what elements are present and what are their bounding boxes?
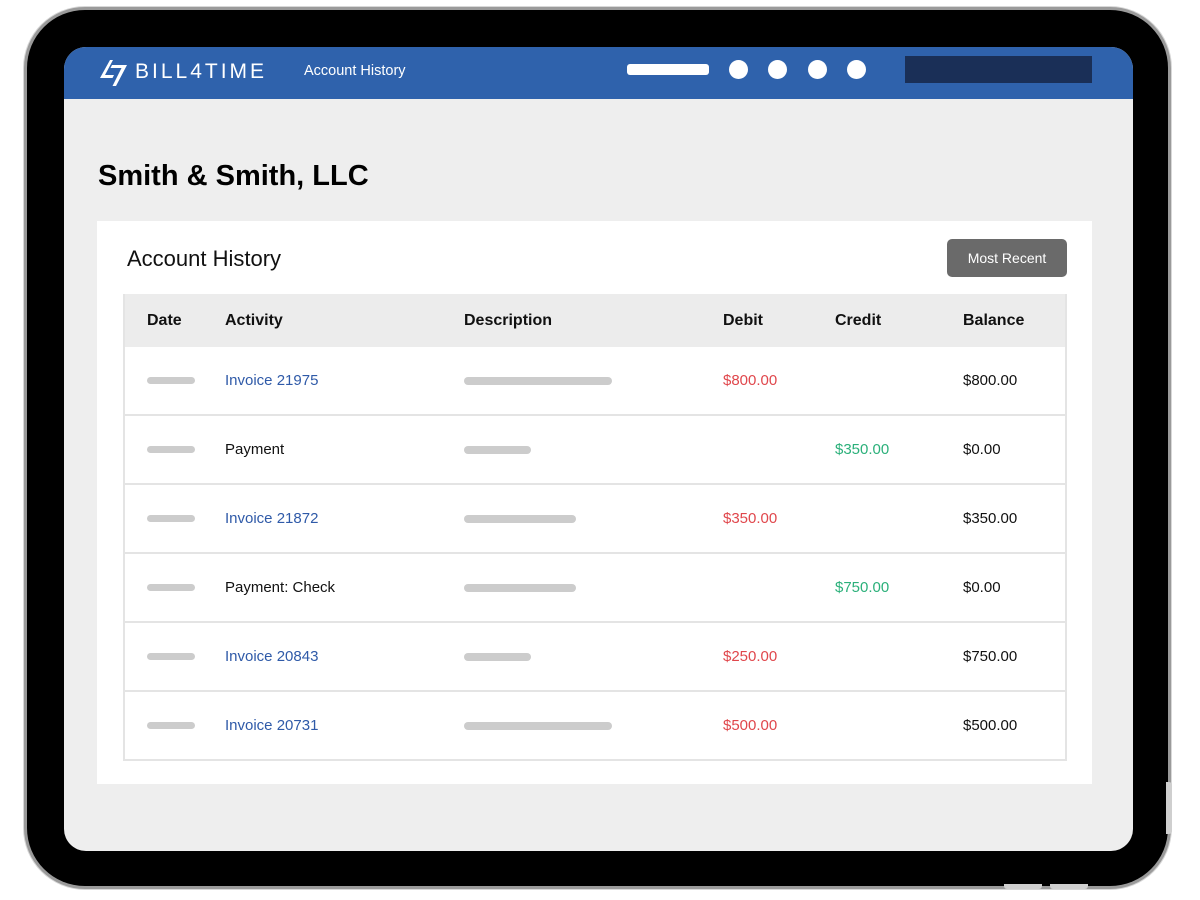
column-header-description: Description (464, 312, 553, 329)
balance-amount: $350.00 (963, 510, 1018, 527)
column-header-balance: Balance (963, 312, 1025, 329)
invoice-link[interactable]: Invoice 21872 (225, 510, 318, 527)
debit-amount: $250.00 (723, 648, 778, 665)
table-row: Invoice 20731 $500.00 $500.00 (125, 692, 1065, 761)
tablet-side-button (1166, 782, 1172, 834)
balance-amount: $0.00 (963, 579, 1001, 596)
tablet-bottom-button (1050, 884, 1088, 889)
page-breadcrumb: Account History (304, 63, 406, 79)
activity-text: Payment: Check (225, 579, 336, 596)
date-placeholder (147, 653, 195, 660)
description-placeholder (464, 446, 531, 454)
description-placeholder (464, 515, 576, 523)
brand-name: BILL4TIME (135, 60, 268, 83)
table-row: Payment: Check $750.00 $0.00 (125, 554, 1065, 623)
table-row: Invoice 21872 $350.00 $350.00 (125, 485, 1065, 554)
table-row: Invoice 21975 $800.00 $800.00 (125, 347, 1065, 416)
nav-menu-placeholder[interactable] (627, 64, 709, 75)
table-row: Payment $350.00 $0.00 (125, 416, 1065, 485)
table-header: Date Activity Description Debit Credit B… (125, 294, 1065, 347)
column-header-activity: Activity (225, 312, 283, 329)
column-header-debit: Debit (723, 312, 763, 329)
credit-amount: $750.00 (835, 579, 890, 596)
brand-logo[interactable]: BILL4TIME (97, 57, 267, 87)
client-name: Smith & Smith, LLC (98, 160, 369, 192)
date-placeholder (147, 446, 195, 453)
invoice-link[interactable]: Invoice 20843 (225, 648, 318, 665)
column-header-date: Date (147, 312, 182, 329)
balance-amount: $750.00 (963, 648, 1018, 665)
debit-amount: $350.00 (723, 510, 778, 527)
balance-amount: $800.00 (963, 372, 1018, 389)
date-placeholder (147, 377, 195, 384)
nav-icon-button[interactable] (729, 60, 748, 79)
date-placeholder (147, 515, 195, 522)
app-screen: BILL4TIME Account History Smith & Smith,… (64, 47, 1133, 851)
balance-amount: $0.00 (963, 441, 1001, 458)
date-placeholder (147, 722, 195, 729)
credit-amount: $350.00 (835, 441, 890, 458)
date-placeholder (147, 584, 195, 591)
bill4time-logo-icon (100, 60, 127, 86)
table-body: Invoice 21975 $800.00 $800.00 Payment $350.0… (125, 347, 1065, 761)
invoice-link[interactable]: Invoice 21975 (225, 372, 318, 389)
nav-icon-button[interactable] (847, 60, 866, 79)
section-title: Account History (127, 246, 282, 271)
debit-amount: $500.00 (723, 717, 778, 734)
nav-icon-button[interactable] (768, 60, 787, 79)
activity-text: Payment (225, 441, 285, 458)
description-placeholder (464, 584, 576, 592)
top-navigation-bar: BILL4TIME Account History (64, 47, 1133, 99)
column-header-credit: Credit (835, 312, 882, 329)
search-box[interactable] (905, 56, 1092, 83)
account-history-card: Account History Most Recent Date Activit… (97, 221, 1092, 784)
tablet-bottom-button (1004, 884, 1042, 889)
table-row: Invoice 20843 $250.00 $750.00 (125, 623, 1065, 692)
invoice-link[interactable]: Invoice 20731 (225, 717, 318, 734)
sort-most-recent-button[interactable]: Most Recent (947, 239, 1067, 277)
debit-amount: $800.00 (723, 372, 778, 389)
balance-amount: $500.00 (963, 717, 1018, 734)
description-placeholder (464, 722, 612, 730)
description-placeholder (464, 377, 612, 385)
description-placeholder (464, 653, 531, 661)
account-history-table: Date Activity Description Debit Credit B… (123, 294, 1067, 761)
nav-icon-button[interactable] (808, 60, 827, 79)
